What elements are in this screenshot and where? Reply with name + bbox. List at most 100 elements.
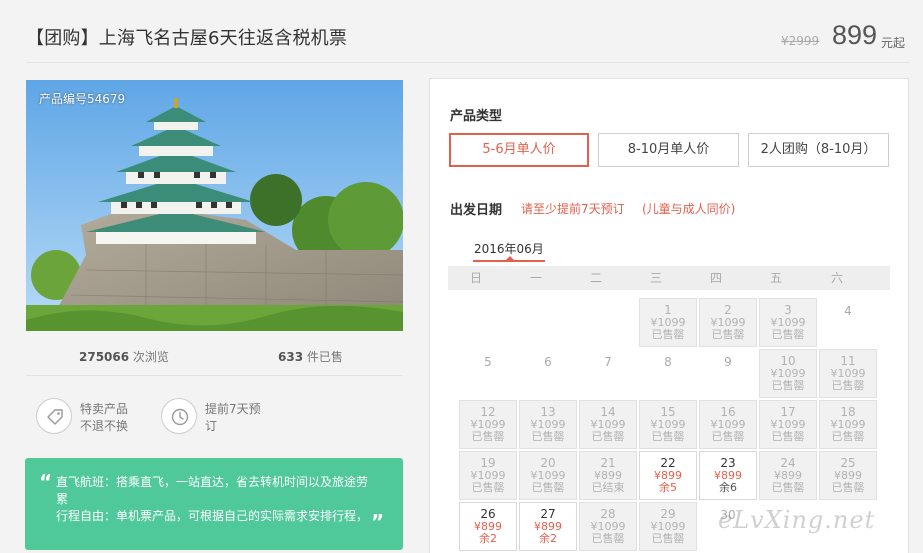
calendar-day: 10 ¥1099 已售罄 xyxy=(759,349,817,398)
view-count: 275066 次浏览 xyxy=(79,350,169,364)
day-number: 8 xyxy=(664,355,672,369)
weekday-label: 五 xyxy=(769,271,782,285)
calendar-day: 19 ¥1099 已售罄 xyxy=(459,451,517,500)
feature-advance-booking: 提前7天预订 xyxy=(161,398,281,438)
day-number: 26 xyxy=(480,507,496,521)
day-status: 已售罄 xyxy=(711,430,745,443)
product-stats: 275066 次浏览 633 件已售 xyxy=(26,332,403,376)
product-photo[interactable]: 产品编号54679 xyxy=(26,80,403,331)
day-status: 已售罄 xyxy=(711,328,745,341)
month-tab[interactable]: 2016年06月 xyxy=(474,240,544,257)
day-status: 已售罄 xyxy=(471,481,505,494)
day-number: 3 xyxy=(784,303,792,317)
calendar-day: 3 ¥1099 已售罄 xyxy=(759,298,817,347)
open-quote-icon: “ xyxy=(39,470,53,494)
advance-booking-tip: 请至少提前7天预订 xyxy=(521,202,625,216)
tag-icon xyxy=(36,398,72,434)
day-number: 5 xyxy=(484,355,492,369)
day-number: 9 xyxy=(724,355,732,369)
day-status: 已售罄 xyxy=(531,430,565,443)
weekday-label: 一 xyxy=(529,271,542,285)
weekday-label: 二 xyxy=(589,271,602,285)
day-number: 17 xyxy=(780,405,796,419)
day-status: 已售罄 xyxy=(591,532,625,545)
day-number: 12 xyxy=(480,405,496,419)
calendar-day: 8 xyxy=(639,349,697,398)
day-number: 7 xyxy=(604,355,612,369)
day-number: 2 xyxy=(724,303,732,317)
day-status: 已售罄 xyxy=(771,481,805,494)
day-number: 25 xyxy=(840,456,856,470)
feature-no-refund: 特卖产品 不退不换 xyxy=(36,398,156,438)
calendar-day: 4 xyxy=(819,298,877,347)
calendar-day[interactable]: 23 ¥899 余6 xyxy=(699,451,757,500)
original-price: ¥2999 xyxy=(781,34,820,48)
highlight-free-itinerary: 行程自由：单机票产品，可根据自己的实际需求安排行程， xyxy=(56,509,369,523)
calendar-day: 17 ¥1099 已售罄 xyxy=(759,400,817,449)
day-number: 22 xyxy=(660,456,676,470)
day-status: 已售罄 xyxy=(471,430,505,443)
calendar-day[interactable]: 22 ¥899 余5 xyxy=(639,451,697,500)
calendar-day: 16 ¥1099 已售罄 xyxy=(699,400,757,449)
type-option-may-june-single[interactable]: 5-6月单人价 xyxy=(449,133,589,167)
highlight-direct-flight: 直飞航班：搭乘直飞，一站直达，省去转机时间以及旅途劳累 xyxy=(56,475,369,506)
calendar-day: 9 xyxy=(699,349,757,398)
day-status: 已售罄 xyxy=(651,328,685,341)
day-number: 11 xyxy=(840,354,856,368)
day-status: 已售罄 xyxy=(651,532,685,545)
calendar-day[interactable]: 27 ¥899 余2 xyxy=(519,502,577,551)
day-number: 16 xyxy=(720,405,736,419)
watermark: eLvXing.net xyxy=(718,506,876,534)
departure-date-label: 出发日期 xyxy=(450,203,503,218)
day-number: 23 xyxy=(720,456,736,470)
close-quote-icon: ” xyxy=(371,510,385,534)
current-price: 899 xyxy=(832,20,878,50)
day-number: 24 xyxy=(780,456,796,470)
day-number: 6 xyxy=(544,355,552,369)
month-tab-pointer xyxy=(506,256,514,260)
day-number: 28 xyxy=(600,507,616,521)
page-title: 【团购】上海飞名古屋6天往返含税机票 xyxy=(26,28,348,49)
calendar-day: 13 ¥1099 已售罄 xyxy=(519,400,577,449)
calendar-day: 1 ¥1099 已售罄 xyxy=(639,298,697,347)
weekday-header: 日一二三四五六 xyxy=(448,266,890,290)
child-price-tip: (儿童与成人同价) xyxy=(642,202,736,216)
day-number: 1 xyxy=(664,303,672,317)
calendar-day: 25 ¥899 已售罄 xyxy=(819,451,877,500)
weekday-label: 三 xyxy=(649,271,662,285)
calendar-day: 5 xyxy=(459,349,517,398)
calendar-day: 29 ¥1099 已售罄 xyxy=(639,502,697,551)
highlights-box: “ 直飞航班：搭乘直飞，一站直达，省去转机时间以及旅途劳累 行程自由：单机票产品… xyxy=(25,458,403,550)
price-unit: 元起 xyxy=(881,36,906,50)
weekday-label: 日 xyxy=(469,271,482,285)
day-status: 余2 xyxy=(539,532,557,545)
calendar-day: 18 ¥1099 已售罄 xyxy=(819,400,877,449)
calendar-day: 12 ¥1099 已售罄 xyxy=(459,400,517,449)
day-status: 余2 xyxy=(479,532,497,545)
day-number: 21 xyxy=(600,456,616,470)
feature-line: 不退不换 xyxy=(80,419,129,433)
day-number: 13 xyxy=(540,405,556,419)
calendar-day: 14 ¥1099 已售罄 xyxy=(579,400,637,449)
calendar-day: 20 ¥1099 已售罄 xyxy=(519,451,577,500)
day-status: 已售罄 xyxy=(831,430,865,443)
day-status: 已售罄 xyxy=(771,379,805,392)
feature-line: 特卖产品 xyxy=(80,402,129,416)
header-divider xyxy=(26,62,909,63)
calendar-day: 15 ¥1099 已售罄 xyxy=(639,400,697,449)
type-option-two-person-group[interactable]: 2人团购（8-10月） xyxy=(748,133,889,167)
day-number: 19 xyxy=(480,456,496,470)
nagoya-castle-image xyxy=(26,80,403,331)
day-status: 已售罄 xyxy=(591,430,625,443)
calendar-day: 28 ¥1099 已售罄 xyxy=(579,502,637,551)
day-status: 已售罄 xyxy=(831,379,865,392)
clock-icon xyxy=(161,398,197,434)
sold-count: 633 件已售 xyxy=(278,350,343,364)
calendar-day: 6 xyxy=(519,349,577,398)
day-number: 29 xyxy=(660,507,676,521)
day-number: 15 xyxy=(660,405,676,419)
product-type-label: 产品类型 xyxy=(450,109,503,124)
type-option-aug-oct-single[interactable]: 8-10月单人价 xyxy=(598,133,739,167)
calendar-day[interactable]: 26 ¥899 余2 xyxy=(459,502,517,551)
day-status: 已售罄 xyxy=(831,481,865,494)
